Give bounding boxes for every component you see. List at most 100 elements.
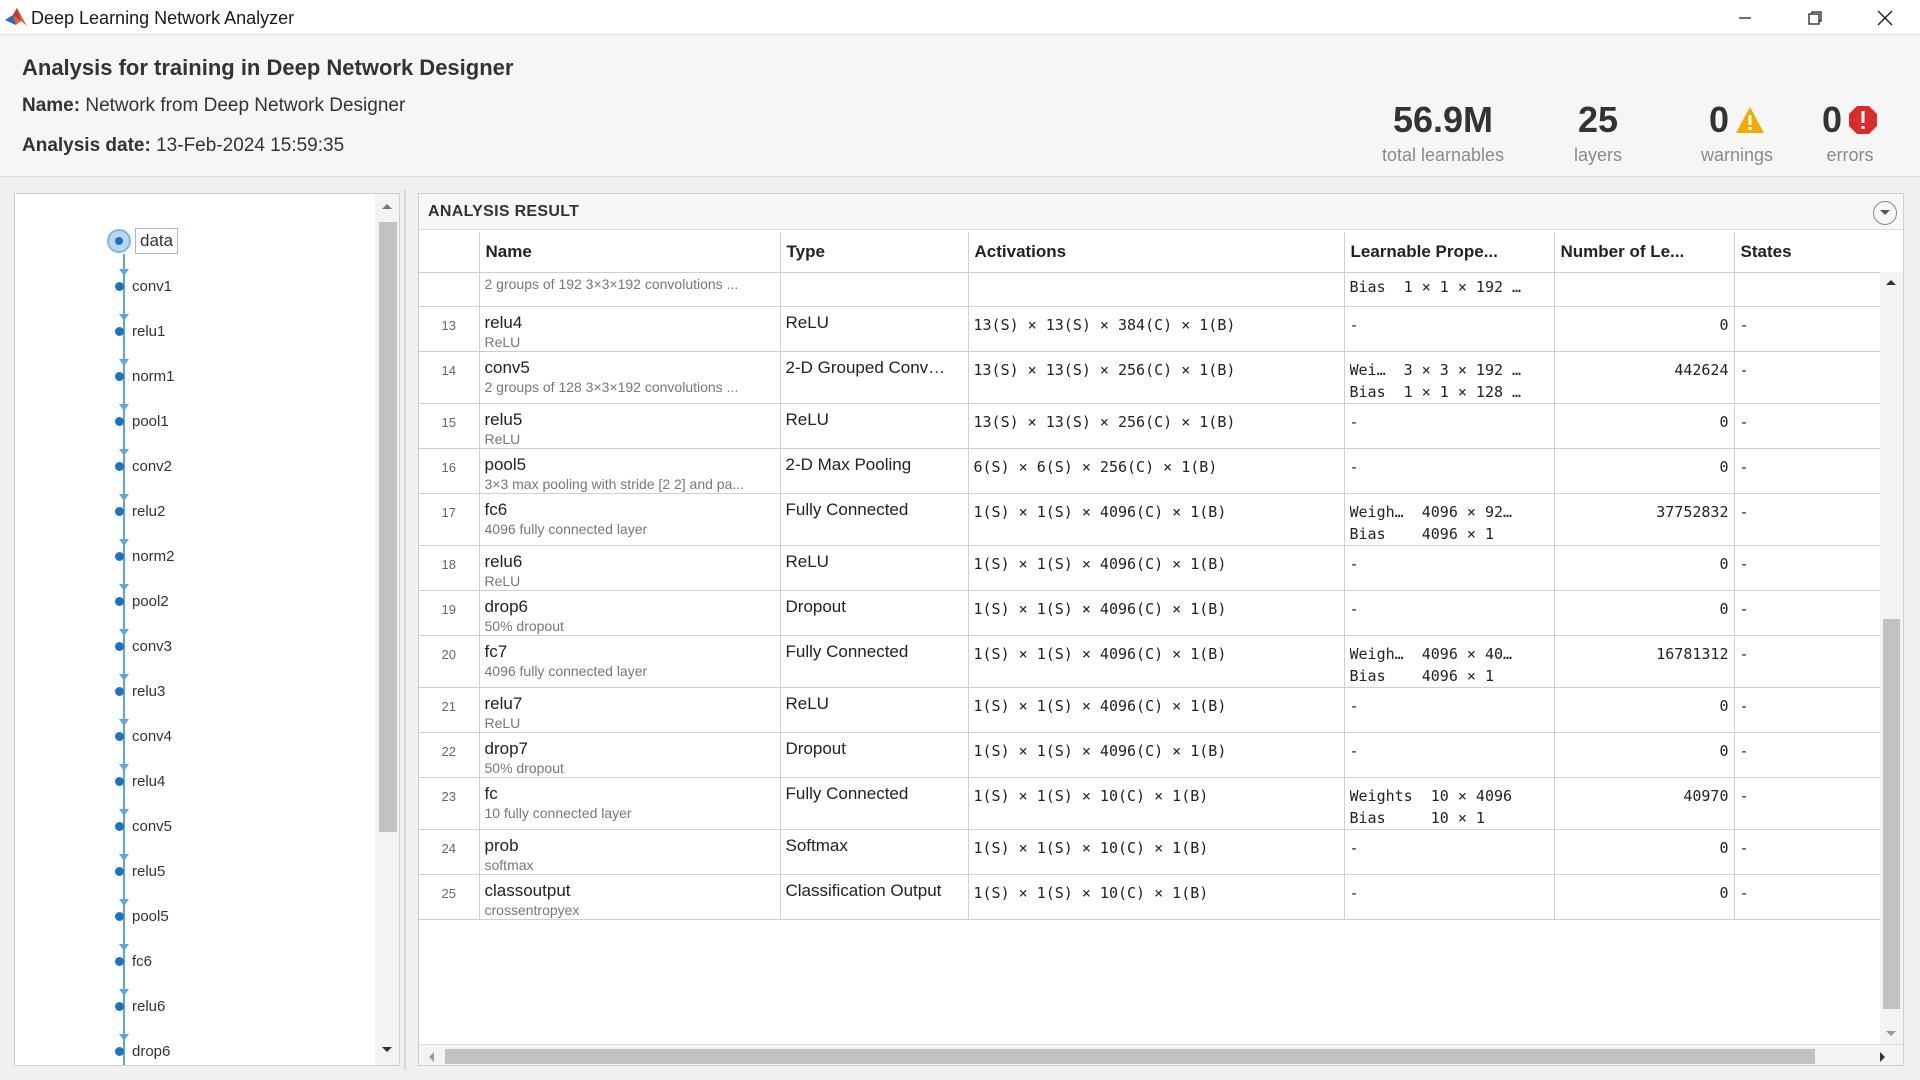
graph-node-dot — [115, 731, 124, 741]
minimize-button[interactable] — [1710, 0, 1780, 35]
graph-node-conv4[interactable]: conv4 — [115, 726, 172, 746]
table-vertical-scrollbar[interactable] — [1880, 272, 1903, 1044]
layer-type: Classification Output — [780, 874, 969, 920]
layer-name: pool5 — [484, 454, 527, 474]
graph-node-label: relu2 — [132, 502, 166, 520]
table-row[interactable]: 19 drop6 50% dropout Dropout 1(S) × 1(S) × 4… — [419, 590, 1880, 636]
graph-node-pool5[interactable]: pool5 — [115, 906, 169, 926]
layer-learnable-count: 16781312 — [1554, 635, 1735, 688]
layer-description: crossentropyex — [484, 901, 580, 918]
scroll-right-icon[interactable] — [1879, 1051, 1887, 1063]
scroll-down-icon[interactable] — [1885, 1030, 1897, 1038]
graph-node-conv3[interactable]: conv3 — [115, 636, 172, 656]
column-header-name[interactable]: Name — [479, 232, 781, 273]
table-row[interactable]: 17 fc6 4096 fully connected layer Fully Con… — [419, 493, 1880, 546]
layer-description: 3×3 max pooling with stride [2 2] and pa… — [484, 475, 745, 492]
layer-states: - — [1734, 635, 1880, 688]
row-name-cell: drop6 50% dropout — [479, 590, 781, 636]
column-header-states[interactable]: States — [1734, 232, 1880, 273]
scroll-down-icon[interactable] — [381, 1046, 393, 1054]
panel-splitter[interactable] — [404, 190, 406, 1070]
graph-edge-arrow — [119, 449, 129, 456]
table-row[interactable]: 20 fc7 4096 fully connected layer Fully Con… — [419, 635, 1880, 688]
learnable-line: - — [1349, 741, 1359, 760]
layer-type: Fully Connected — [780, 777, 969, 830]
table-row[interactable]: 16 pool5 3×3 max pooling with stride [2 2]… — [419, 448, 1880, 494]
graph-node-label: pool2 — [132, 592, 169, 610]
layer-learnable-count: 0 — [1554, 545, 1735, 591]
table-horizontal-scrollbar[interactable] — [419, 1044, 1903, 1065]
column-header-index[interactable] — [419, 232, 480, 273]
layer-learnables: - — [1344, 448, 1555, 494]
layer-description: ReLU — [484, 572, 521, 589]
graph-node-pool2[interactable]: pool2 — [115, 591, 169, 611]
graph-node-relu4[interactable]: relu4 — [115, 771, 165, 791]
analysis-table[interactable]: Name Type Activations Learnable Prope...… — [419, 232, 1880, 1044]
graph-node-label: drop6 — [132, 1042, 171, 1060]
layer-description: 50% dropout — [484, 617, 564, 634]
table-row[interactable]: 15 relu5 ReLU ReLU 13(S) × 13(S) × 256(C) × … — [419, 403, 1880, 449]
graph-node-relu5[interactable]: relu5 — [115, 861, 165, 881]
graph-node-relu1[interactable]: relu1 — [115, 321, 165, 341]
title-bar: Deep Learning Network Analyzer — [0, 0, 1920, 35]
graph-node-relu6[interactable]: relu6 — [115, 996, 165, 1016]
graph-edge-arrow — [119, 314, 129, 321]
graph-node-dot — [115, 326, 124, 336]
row-name-cell: relu7 ReLU — [479, 687, 781, 733]
table-hscroll-thumb[interactable] — [445, 1049, 1815, 1064]
layer-activations: 13(S) × 13(S) × 256(C) × 1(B) — [968, 403, 1345, 449]
learnable-line: Weights 10 × 4096 — [1349, 786, 1513, 805]
table-row[interactable]: 14 conv5 2 groups of 128 3×3×192 convoluti… — [419, 351, 1880, 404]
column-header-learnable-properties[interactable]: Learnable Prope... — [1344, 232, 1555, 273]
stat-warnings[interactable]: 0 warnings — [1690, 99, 1784, 166]
graph-node-dot — [115, 506, 124, 516]
table-row[interactable]: 25 classoutput crossentropyex Classificatio… — [419, 874, 1880, 920]
network-graph-panel[interactable]: data conv1 relu1 norm1 pool1 conv2 relu2 norm2 p… — [14, 193, 400, 1066]
row-index: 23 — [419, 777, 480, 830]
layer-states: - — [1734, 493, 1880, 546]
graph-node-pool1[interactable]: pool1 — [115, 411, 169, 431]
row-index: 25 — [419, 874, 480, 920]
graph-node-conv2[interactable]: conv2 — [115, 456, 172, 476]
row-index: 13 — [419, 306, 480, 352]
layer-name: drop6 — [484, 596, 528, 616]
table-row-partial[interactable]: 2 groups of 192 3×3×192 convolutions ...… — [419, 272, 1880, 307]
column-header-type[interactable]: Type — [780, 232, 969, 273]
table-row[interactable]: 18 relu6 ReLU ReLU 1(S) × 1(S) × 4096(C) × 1… — [419, 545, 1880, 591]
graph-node-fc6[interactable]: fc6 — [115, 951, 152, 971]
scroll-up-icon[interactable] — [381, 202, 393, 210]
table-row[interactable]: 21 relu7 ReLU ReLU 1(S) × 1(S) × 4096(C) × 1… — [419, 687, 1880, 733]
graph-node-relu3[interactable]: relu3 — [115, 681, 165, 701]
collapse-button[interactable] — [1873, 201, 1897, 225]
graph-edge-arrow — [119, 359, 129, 366]
layer-name: relu5 — [484, 409, 523, 429]
close-button[interactable] — [1850, 0, 1920, 35]
stat-layers: 25 layers — [1573, 99, 1622, 165]
graph-node-norm2[interactable]: norm2 — [115, 546, 175, 566]
table-row[interactable]: 24 prob softmax Softmax 1(S) × 1(S) × 10(C) … — [419, 829, 1880, 875]
table-vscroll-thumb[interactable] — [1883, 619, 1900, 1009]
graph-node-conv1[interactable]: conv1 — [115, 276, 172, 296]
learnable-line: - — [1349, 599, 1359, 618]
column-header-activations[interactable]: Activations — [968, 232, 1345, 273]
table-row[interactable]: 22 drop7 50% dropout Dropout 1(S) × 1(S) × 4… — [419, 732, 1880, 778]
table-row[interactable]: 23 fc 10 fully connected layer Fully Connec… — [419, 777, 1880, 830]
row-name-cell: conv5 2 groups of 128 3×3×192 convolution… — [479, 351, 781, 404]
graph-node-relu2[interactable]: relu2 — [115, 501, 165, 521]
scroll-up-icon[interactable] — [1885, 278, 1897, 286]
scroll-left-icon[interactable] — [427, 1051, 435, 1063]
graph-node-label: conv2 — [132, 457, 173, 475]
graph-node-label: relu3 — [132, 682, 166, 700]
stat-errors[interactable]: 0 errors — [1812, 99, 1888, 166]
table-row[interactable]: 13 relu4 ReLU ReLU 13(S) × 13(S) × 384(C) × … — [419, 306, 1880, 352]
graph-vertical-scrollbar[interactable] — [375, 194, 399, 1065]
layer-name: relu7 — [484, 693, 523, 713]
graph-node-norm1[interactable]: norm1 — [115, 366, 175, 386]
column-header-number-of-learnables[interactable]: Number of Le... — [1554, 232, 1735, 273]
restore-button[interactable] — [1780, 0, 1850, 35]
graph-node-data[interactable]: data — [107, 228, 179, 254]
layer-type: 2-D Grouped Conv… — [780, 351, 969, 404]
graph-node-conv5[interactable]: conv5 — [115, 816, 172, 836]
graph-node-drop6[interactable]: drop6 — [115, 1041, 170, 1061]
graph-scroll-thumb[interactable] — [379, 222, 397, 832]
